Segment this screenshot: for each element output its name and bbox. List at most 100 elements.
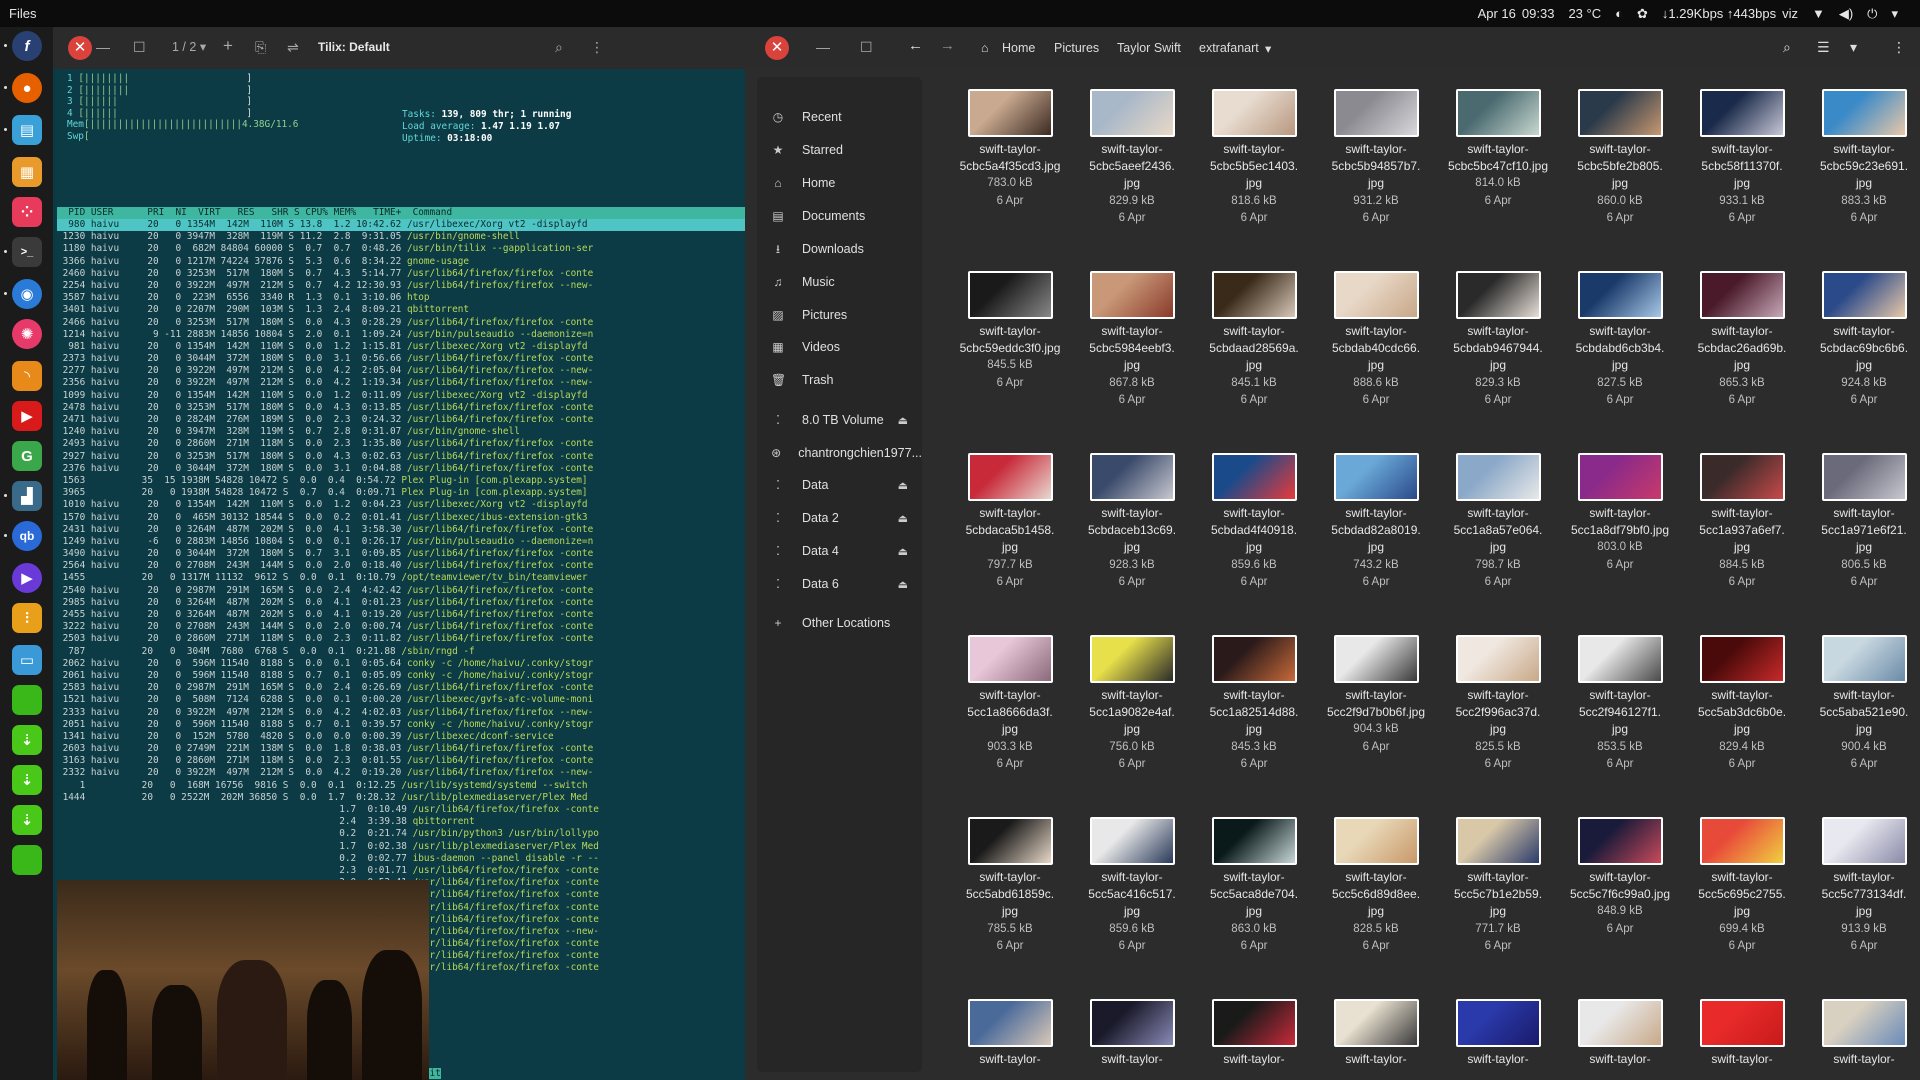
process-row[interactable]: 2061 haivu 20 0 596M 11540 8188 S 0.7 0.… xyxy=(57,670,745,682)
chat-app-icon[interactable]: ◉ xyxy=(12,279,42,309)
file-item[interactable]: swift-taylor- 5cbc5aeef2436. jpg 829.9 kB 6 … xyxy=(1072,89,1192,227)
green-app-icon[interactable] xyxy=(12,845,42,875)
file-item[interactable]: swift-taylor- xyxy=(1682,999,1802,1068)
chevron-down-icon[interactable]: ▾ xyxy=(1265,41,1271,56)
add-terminal-button[interactable]: + xyxy=(223,36,233,56)
close-button[interactable]: ✕ xyxy=(68,36,92,60)
process-row[interactable]: 981 haivu 20 0 1354M 142M 110M S 0.0 1.2… xyxy=(57,341,745,353)
system-monitor-icon[interactable]: ▟ xyxy=(12,481,42,511)
sidebar-item-pictures[interactable]: ▨ Pictures xyxy=(757,303,922,327)
process-row[interactable]: 1240 haivu 20 0 3947M 328M 119M S 0.7 2.… xyxy=(57,426,745,438)
process-row[interactable]: 2254 haivu 20 0 3922M 497M 212M S 0.7 4.… xyxy=(57,280,745,292)
video-player-icon[interactable]: ▶ xyxy=(12,563,42,593)
file-item[interactable]: swift-taylor- 5cc5c773134df. jpg 913.9 kB 6 … xyxy=(1804,817,1910,955)
video-preview[interactable] xyxy=(57,880,429,1080)
process-row[interactable]: 2564 haivu 20 0 2708M 243M 144M S 0.0 2.… xyxy=(57,560,745,572)
file-item[interactable]: swift-taylor- 5cbdabd6cb3b4. jpg 827.5 kB 6 … xyxy=(1560,271,1680,409)
file-item[interactable]: swift-taylor- 5cbdac69bc6b6. jpg 924.8 kB 6 … xyxy=(1804,271,1910,409)
file-item[interactable]: swift-taylor- 5cc1a8df79bf0.jpg 803.0 kB 6 … xyxy=(1560,453,1680,574)
breadcrumb-extrafanart[interactable]: extrafanart xyxy=(1199,41,1259,55)
process-row[interactable]: 2332 haivu 20 0 3922M 497M 212M S 0.0 4.… xyxy=(57,767,745,779)
process-row[interactable]: 0.2 0:02.77 ibus-daemon --panel disable … xyxy=(57,853,745,865)
eject-icon[interactable]: ⏏ xyxy=(898,414,908,427)
process-row[interactable]: 1341 haivu 20 0 152M 5780 4820 S 0.0 0.0… xyxy=(57,731,745,743)
lollypop-icon[interactable]: ✺ xyxy=(12,319,42,349)
file-item[interactable]: swift-taylor- 5cc5c7b1e2b59. jpg 771.7 kB 6 … xyxy=(1438,817,1558,955)
chevron-down-icon[interactable]: ▾ xyxy=(1891,6,1898,22)
file-item[interactable]: swift-taylor- 5cc5c695c2755. jpg 699.4 kB 6 … xyxy=(1682,817,1802,955)
process-row[interactable]: 0.2 0:21.74 /usr/bin/python3 /usr/bin/lo… xyxy=(57,828,745,840)
process-row[interactable]: 1563 35 15 1938M 54828 10472 S 0.0 0.4 0… xyxy=(57,475,745,487)
file-item[interactable]: swift-taylor- 5cbc5bfe2b805. jpg 860.0 kB 6 … xyxy=(1560,89,1680,227)
process-row[interactable]: 1010 haivu 20 0 1354M 142M 110M S 0.0 1.… xyxy=(57,499,745,511)
file-item[interactable]: swift-taylor- 5cbdad4f40918. jpg 859.6 kB 6 … xyxy=(1194,453,1314,591)
file-item[interactable]: swift-taylor- 5cbdaca5b1458. jpg 797.7 kB 6 … xyxy=(950,453,1070,591)
file-item[interactable]: swift-taylor- xyxy=(950,999,1070,1068)
process-row[interactable]: 2.4 3:39.38 qbittorrent xyxy=(57,816,745,828)
sidebar-item-recent[interactable]: ◷ Recent xyxy=(757,105,922,129)
menu-icon[interactable]: ⋮ xyxy=(1892,39,1906,56)
usb-drive-icon[interactable]: ⇣ xyxy=(12,805,42,835)
process-row[interactable]: 2356 haivu 20 0 3922M 497M 212M S 0.0 4.… xyxy=(57,377,745,389)
sidebar-item-downloads[interactable]: ⭳ Downloads xyxy=(757,237,922,261)
process-row[interactable]: 3163 haivu 20 0 2860M 271M 118M S 0.0 2.… xyxy=(57,755,745,767)
file-item[interactable]: swift-taylor- 5cbc58f11370f. jpg 933.1 kB 6 … xyxy=(1682,89,1802,227)
tray-icon[interactable]: ✿ xyxy=(1637,6,1648,22)
process-row[interactable]: 1180 haivu 20 0 682M 84804 60000 S 0.7 0… xyxy=(57,243,745,255)
process-row[interactable]: 2466 haivu 20 0 3253M 517M 180M S 0.0 4.… xyxy=(57,317,745,329)
minimize-button[interactable]: — xyxy=(96,39,110,55)
file-item[interactable]: swift-taylor- 5cbc59c23e691. jpg 883.3 kB 6 … xyxy=(1804,89,1910,227)
date-label[interactable]: Apr 16 xyxy=(1478,6,1516,21)
process-row[interactable]: 1444 20 0 2522M 202M 36850 S 0.0 1.7 0:2… xyxy=(57,792,745,804)
process-row[interactable]: 3222 haivu 20 0 2708M 243M 144M S 0.0 2.… xyxy=(57,621,745,633)
usb-drive-icon[interactable]: ⇣ xyxy=(12,765,42,795)
file-item[interactable]: swift-taylor- 5cc1a82514d88. jpg 845.3 kB 6 … xyxy=(1194,635,1314,773)
close-button[interactable]: ✕ xyxy=(765,36,789,60)
back-button[interactable]: ← xyxy=(908,37,923,54)
process-row[interactable]: 787 20 0 304M 7680 6768 S 0.0 0.1 0:21.8… xyxy=(57,646,745,658)
process-row[interactable]: 2493 haivu 20 0 2860M 271M 118M S 0.0 2.… xyxy=(57,438,745,450)
file-item[interactable]: swift-taylor- 5cbdab40cdc66. jpg 888.6 kB 6 … xyxy=(1316,271,1436,409)
menu-icon[interactable]: ⋮ xyxy=(590,39,604,56)
home-icon[interactable]: ⌂ xyxy=(981,41,989,55)
fedora-icon[interactable]: f xyxy=(12,31,42,61)
file-item[interactable]: swift-taylor- 5cbc5b5ec1403. jpg 818.6 kB 6 … xyxy=(1194,89,1314,227)
process-row[interactable]: 2333 haivu 20 0 3922M 497M 212M S 0.0 4.… xyxy=(57,707,745,719)
minimize-button[interactable]: — xyxy=(816,39,830,55)
rss-icon[interactable]: ◝ xyxy=(12,361,42,391)
process-row[interactable]: 1521 haivu 20 0 508M 7124 6288 S 0.0 0.1… xyxy=(57,694,745,706)
view-toggle-icon[interactable]: ☰ xyxy=(1817,39,1830,56)
session-switcher[interactable]: 1 / 2 ▾ xyxy=(172,39,206,54)
process-row[interactable]: 2051 haivu 20 0 596M 11540 8188 S 0.7 0.… xyxy=(57,719,745,731)
file-item[interactable]: swift-taylor- 5cc5aca8de704. jpg 863.0 kB 6 … xyxy=(1194,817,1314,955)
process-row[interactable]: 2460 haivu 20 0 3253M 517M 180M S 0.7 4.… xyxy=(57,268,745,280)
file-item[interactable]: swift-taylor- 5cbdac26ad69b. jpg 865.3 kB 6 … xyxy=(1682,271,1802,409)
process-row[interactable]: 2927 haivu 20 0 3253M 517M 180M S 0.0 4.… xyxy=(57,451,745,463)
dice-app-icon[interactable]: ⁘ xyxy=(12,197,42,227)
process-row[interactable]: 2583 haivu 20 0 2987M 291M 165M S 0.0 2.… xyxy=(57,682,745,694)
search-icon[interactable]: ⌕ xyxy=(555,39,563,56)
breadcrumb-home[interactable]: Home xyxy=(1002,41,1035,55)
file-item[interactable]: swift-taylor- 5cbc59eddc3f0.jpg 845.5 kB 6 … xyxy=(950,271,1070,392)
process-row[interactable]: 2985 haivu 20 0 3264M 487M 202M S 0.0 4.… xyxy=(57,597,745,609)
sidebar-item-other-locations[interactable]: + Other Locations xyxy=(757,611,922,635)
eject-icon[interactable]: ⏏ xyxy=(898,512,908,525)
file-item[interactable]: swift-taylor- 5cbdaceb13c69. jpg 928.3 kB 6 … xyxy=(1072,453,1192,591)
file-item[interactable]: swift-taylor- 5cbc5b94857b7. jpg 931.2 kB 6 … xyxy=(1316,89,1436,227)
sidebar-item-music[interactable]: ♫ Music xyxy=(757,270,922,294)
chevron-down-icon[interactable]: ▾ xyxy=(1850,39,1857,56)
process-row[interactable]: 1249 haivu -6 0 2883M 14856 10804 S 0.0 … xyxy=(57,536,745,548)
sidebar-item-videos[interactable]: ▦ Videos xyxy=(757,335,922,359)
process-row[interactable]: 2277 haivu 20 0 3922M 497M 212M S 0.0 4.… xyxy=(57,365,745,377)
forward-button[interactable]: → xyxy=(940,37,955,54)
wifi-icon[interactable]: ▼ xyxy=(1812,6,1825,21)
sync-input-icon[interactable]: ⇌ xyxy=(287,39,299,56)
process-table-header[interactable]: PID USER PRI NI VIRT RES SHR S CPU% MEM%… xyxy=(57,207,745,219)
file-item[interactable]: swift-taylor- 5cc1a971e6f21. jpg 806.5 kB 6 … xyxy=(1804,453,1910,591)
sidebar-item-starred[interactable]: ★ Starred xyxy=(757,138,922,162)
file-item[interactable]: swift-taylor- 5cc1a937a6ef7. jpg 884.5 kB 6 … xyxy=(1682,453,1802,591)
file-item[interactable]: swift-taylor- 5cc2f996ac37d. jpg 825.5 kB 6 … xyxy=(1438,635,1558,773)
temperature-label[interactable]: 23 °C xyxy=(1568,6,1601,21)
file-item[interactable]: swift-taylor- 5cbdaad28569a. jpg 845.1 kB 6 … xyxy=(1194,271,1314,409)
process-row[interactable]: 2455 haivu 20 0 3264M 487M 202M S 0.0 4.… xyxy=(57,609,745,621)
